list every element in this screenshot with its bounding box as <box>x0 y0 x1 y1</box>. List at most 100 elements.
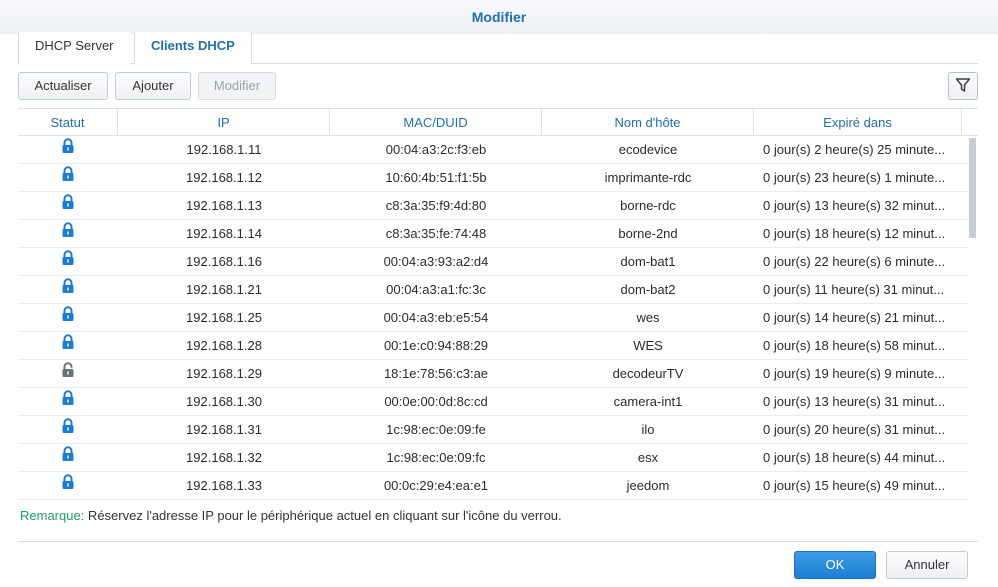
cell-hostname: dom-bat1 <box>620 254 676 269</box>
column-header-mac[interactable]: MAC/DUID <box>330 109 542 136</box>
cell-ip: 192.168.1.28 <box>186 338 262 353</box>
filter-icon <box>955 77 971 96</box>
cell-hostname: decodeurTV <box>612 366 684 381</box>
cell-status <box>18 304 118 331</box>
cell-status <box>18 136 118 163</box>
ok-button[interactable]: OK <box>794 551 876 579</box>
table-row[interactable]: 192.168.1.16 00:04:a3:93:a2:d4 dom-bat1 0 j… <box>18 248 978 276</box>
dialog-title: Modifier <box>471 9 527 25</box>
cell-hostname: ecodevice <box>618 142 678 157</box>
lock-closed-icon[interactable] <box>61 136 75 163</box>
cell-mac: 1c:98:ec:0e:09:fe <box>386 422 486 437</box>
remark-label: Remarque: <box>20 508 85 523</box>
lock-closed-icon[interactable] <box>61 416 75 443</box>
cell-mac: 00:1e:c0:94:88:29 <box>383 338 489 353</box>
remark: Remarque: Réservez l'adresse IP pour le … <box>20 508 562 523</box>
cell-ip: 192.168.1.32 <box>186 450 262 465</box>
tab-dhcp-server[interactable]: DHCP Server <box>18 32 130 64</box>
cell-expires: 0 jour(s) 11 heure(s) 31 minut... <box>763 282 945 297</box>
cell-expires: 0 jour(s) 20 heure(s) 31 minut... <box>763 422 946 437</box>
table-row[interactable]: 192.168.1.28 00:1e:c0:94:88:29 WES 0 jour(s… <box>18 332 978 360</box>
cell-mac: 00:0e:00:0d:8c:cd <box>384 394 488 409</box>
column-header-ip[interactable]: IP <box>118 109 330 136</box>
cell-ip: 192.168.1.33 <box>186 478 262 493</box>
lock-closed-icon[interactable] <box>61 192 75 219</box>
cell-expires: 0 jour(s) 18 heure(s) 12 minut... <box>763 226 946 241</box>
lock-closed-icon[interactable] <box>61 472 75 499</box>
cell-hostname: jeedom <box>626 478 670 493</box>
cell-expires: 0 jour(s) 15 heure(s) 49 minut... <box>763 478 946 493</box>
cell-status <box>18 192 118 219</box>
table-row[interactable]: 192.168.1.33 00:0c:29:e4:ea:e1 jeedom 0 jou… <box>18 472 978 500</box>
cell-ip: 192.168.1.11 <box>186 142 262 157</box>
cell-ip: 192.168.1.12 <box>186 170 262 185</box>
cell-status <box>18 220 118 247</box>
lock-closed-icon[interactable] <box>61 304 75 331</box>
cell-ip: 192.168.1.21 <box>186 282 262 297</box>
lock-closed-icon[interactable] <box>61 164 75 191</box>
cell-hostname: borne-rdc <box>620 198 676 213</box>
cell-expires: 0 jour(s) 23 heure(s) 1 minute... <box>763 170 946 185</box>
lock-closed-icon[interactable] <box>61 444 75 471</box>
table-row[interactable]: 192.168.1.29 18:1e:78:56:c3:ae decodeurTV 0… <box>18 360 978 388</box>
lock-closed-icon[interactable] <box>61 276 75 303</box>
table-row[interactable]: 192.168.1.25 00:04:a3:eb:e5:54 wes 0 jour(s… <box>18 304 978 332</box>
tab-clients-dhcp[interactable]: Clients DHCP <box>134 32 252 65</box>
cell-expires: 0 jour(s) 19 heure(s) 9 minute... <box>763 366 946 381</box>
table-row[interactable]: 192.168.1.30 00:0e:00:0d:8c:cd camera-int1… <box>18 388 978 416</box>
table-body: 192.168.1.11 00:04:a3:2c:f3:eb ecodevice 0 … <box>18 136 978 500</box>
cell-ip: 192.168.1.25 <box>186 310 262 325</box>
dhcp-clients-table: Statut IP MAC/DUID Nom d'hôte Expiré dan… <box>18 108 978 500</box>
table-row[interactable]: 192.168.1.32 1c:98:ec:0e:09:fc esx 0 jour(s… <box>18 444 978 472</box>
table-row[interactable]: 192.168.1.13 c8:3a:35:f9:4d:80 borne-rdc 0 … <box>18 192 978 220</box>
cell-expires: 0 jour(s) 14 heure(s) 21 minut... <box>763 310 946 325</box>
scrollbar-thumb[interactable] <box>969 138 976 238</box>
cell-ip: 192.168.1.16 <box>186 254 262 269</box>
cell-hostname: camera-int1 <box>613 394 683 409</box>
edit-button[interactable]: Modifier <box>198 72 276 100</box>
table-row[interactable]: 192.168.1.12 10:60:4b:51:f1:5b imprimante-… <box>18 164 978 192</box>
column-header-status[interactable]: Statut <box>18 109 118 136</box>
cell-mac: 00:04:a3:a1:fc:3c <box>386 282 486 297</box>
cell-status <box>18 444 118 471</box>
column-header-hostname[interactable]: Nom d'hôte <box>542 109 754 136</box>
column-header-expires[interactable]: Expiré dans <box>754 109 962 136</box>
cell-mac: 00:04:a3:eb:e5:54 <box>383 310 489 325</box>
table-row[interactable]: 192.168.1.14 c8:3a:35:fe:74:48 borne-2nd 0 … <box>18 220 978 248</box>
cell-expires: 0 jour(s) 18 heure(s) 44 minut... <box>763 450 946 465</box>
add-button[interactable]: Ajouter <box>115 72 191 100</box>
cell-status <box>18 276 118 303</box>
lock-closed-icon[interactable] <box>61 220 75 247</box>
cell-mac: 00:04:a3:2c:f3:eb <box>385 142 487 157</box>
cell-hostname: dom-bat2 <box>620 282 676 297</box>
lock-closed-icon[interactable] <box>61 388 75 415</box>
lock-closed-icon[interactable] <box>61 248 75 275</box>
table-header: Statut IP MAC/DUID Nom d'hôte Expiré dan… <box>18 108 978 136</box>
table-row[interactable]: 192.168.1.21 00:04:a3:a1:fc:3c dom-bat2 0 j… <box>18 276 978 304</box>
cell-hostname: wes <box>636 310 660 325</box>
filter-button[interactable] <box>948 72 978 100</box>
cell-status <box>18 332 118 359</box>
cell-expires: 0 jour(s) 2 heure(s) 25 minute... <box>763 142 946 157</box>
cell-mac: 1c:98:ec:0e:09:fc <box>386 450 486 465</box>
dialog-titlebar: Modifier <box>0 0 998 34</box>
table-row[interactable]: 192.168.1.31 1c:98:ec:0e:09:fe ilo 0 jour(s… <box>18 416 978 444</box>
cell-mac: 00:04:a3:93:a2:d4 <box>383 254 489 269</box>
footer-divider <box>18 541 978 542</box>
cell-status <box>18 416 118 443</box>
cell-mac: 00:0c:29:e4:ea:e1 <box>383 478 489 493</box>
refresh-button[interactable]: Actualiser <box>18 72 108 100</box>
table-row[interactable]: 192.168.1.11 00:04:a3:2c:f3:eb ecodevice 0 … <box>18 136 978 164</box>
lock-closed-icon[interactable] <box>61 332 75 359</box>
scrollbar[interactable] <box>967 136 978 500</box>
cell-expires: 0 jour(s) 18 heure(s) 58 minut... <box>763 338 946 353</box>
lock-open-icon[interactable] <box>61 360 75 387</box>
cell-ip: 192.168.1.30 <box>186 394 262 409</box>
tab-bar: DHCP Server Clients DHCP <box>18 32 978 65</box>
cell-hostname: esx <box>637 450 659 465</box>
cancel-button[interactable]: Annuler <box>886 551 968 579</box>
cell-hostname: imprimante-rdc <box>604 170 692 185</box>
cell-ip: 192.168.1.13 <box>186 198 262 213</box>
cell-expires: 0 jour(s) 13 heure(s) 32 minut... <box>763 198 946 213</box>
remark-text: Réservez l'adresse IP pour le périphériq… <box>84 508 562 523</box>
